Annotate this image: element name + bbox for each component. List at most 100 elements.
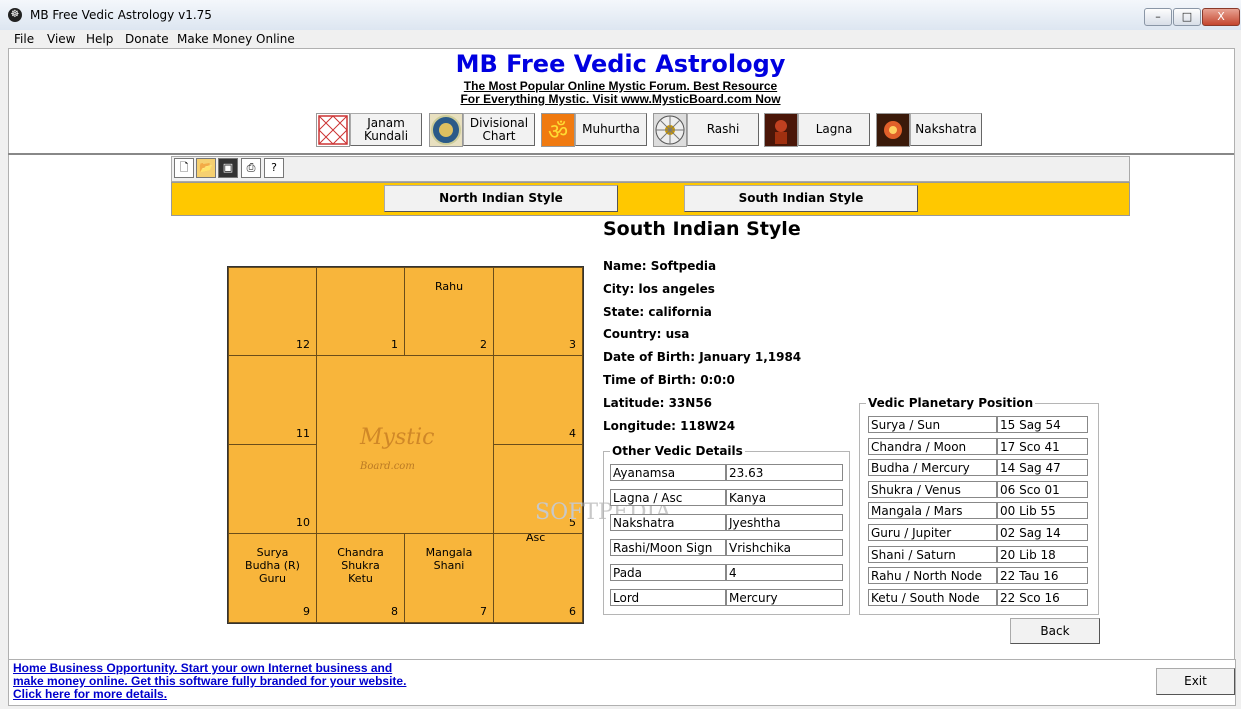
planet-position: 14 Sag 47 <box>997 459 1088 477</box>
detail-value: Mercury <box>726 589 843 606</box>
new-file-icon[interactable]: 🗋 <box>174 158 194 178</box>
table-row: Rahu / North Node 22 Tau 16 <box>868 567 1088 589</box>
rashi-button[interactable]: Rashi <box>687 113 759 146</box>
divisional-chart-icon[interactable] <box>429 113 463 147</box>
house-8[interactable]: Chandra Shukra Ketu 8 <box>316 533 405 623</box>
divisional-chart-button[interactable]: Divisional Chart <box>463 113 535 146</box>
planet-position: 06 Sco 01 <box>997 480 1088 498</box>
table-row: Pada 4 <box>610 564 843 589</box>
menu-help[interactable]: Help <box>86 30 113 48</box>
house-7[interactable]: Mangala Shani 7 <box>404 533 494 623</box>
table-row: Mangala / Mars 00 Lib 55 <box>868 502 1088 524</box>
menu-view[interactable]: View <box>47 30 75 48</box>
house-6[interactable]: 6 <box>493 533 583 623</box>
print-icon[interactable]: ⎙ <box>241 158 261 178</box>
other-details-table: Ayanamsa 23.63 Lagna / Asc Kanya Nakshat… <box>610 464 843 614</box>
table-row: Shani / Saturn 20 Lib 18 <box>868 545 1088 568</box>
muhurtha-button[interactable]: Muhurtha <box>575 113 647 146</box>
table-row: Shukra / Venus 06 Sco 01 <box>868 480 1088 503</box>
nakshatra-icon[interactable] <box>876 113 910 147</box>
table-row: Ayanamsa 23.63 <box>610 464 843 489</box>
planet-position: 20 Lib 18 <box>997 545 1088 563</box>
rashi-label: Rashi <box>706 122 740 136</box>
menu-make-money-online[interactable]: Make Money Online <box>177 30 295 48</box>
lagna-button[interactable]: Lagna <box>798 113 870 146</box>
svg-text:ॐ: ॐ <box>548 120 568 145</box>
house-7-number: 7 <box>480 605 487 618</box>
house-7-planets: Mangala Shani <box>425 546 473 572</box>
help-pointer-icon[interactable]: ? <box>264 158 284 178</box>
logo-subtext: Board.com <box>360 461 415 472</box>
close-button[interactable]: X <box>1202 8 1240 26</box>
section-title: South Indian Style <box>603 218 801 240</box>
planet-position: 17 Sco 41 <box>997 437 1088 455</box>
table-row: Lord Mercury <box>610 589 843 614</box>
promo-line-2[interactable]: For Everything Mystic. Visit www.MysticB… <box>0 92 1241 106</box>
house-11[interactable]: 11 <box>228 355 317 445</box>
house-11-number: 11 <box>296 427 310 440</box>
muhurtha-label: Muhurtha <box>582 122 640 136</box>
table-row: Guru / Jupiter 02 Sag 14 <box>868 523 1088 546</box>
menu-donate[interactable]: Donate <box>125 30 169 48</box>
back-button[interactable]: Back <box>1010 618 1100 644</box>
minimize-button[interactable]: – <box>1144 8 1172 26</box>
north-indian-style-button[interactable]: North Indian Style <box>384 185 618 212</box>
house-1[interactable]: 1 <box>316 267 405 356</box>
house-9[interactable]: Surya Budha (R) Guru 9 <box>228 533 317 623</box>
house-9-number: 9 <box>303 605 310 618</box>
nakshatra-button[interactable]: Nakshatra <box>910 113 982 146</box>
maximize-button[interactable]: □ <box>1173 8 1201 26</box>
detail-label: Lord <box>610 589 726 606</box>
janam-kundali-icon[interactable] <box>316 113 350 147</box>
house-3[interactable]: 3 <box>493 267 583 356</box>
house-8-planets: Chandra Shukra Ketu <box>337 546 384 585</box>
rashi-wheel-icon[interactable] <box>653 113 687 147</box>
info-state: State: california <box>603 305 712 319</box>
table-row: Surya / Sun 15 Sag 54 <box>868 416 1088 438</box>
planet-position: 22 Tau 16 <box>997 567 1088 585</box>
lagna-icon[interactable] <box>764 113 798 147</box>
info-name: Name: Softpedia <box>603 259 717 273</box>
logo-text: Mystic <box>360 425 435 450</box>
lagna-label: Lagna <box>815 122 853 136</box>
house-10[interactable]: 10 <box>228 444 317 534</box>
planet-position: 02 Sag 14 <box>997 523 1088 541</box>
table-row: Budha / Mercury 14 Sag 47 <box>868 459 1088 481</box>
south-indian-style-button[interactable]: South Indian Style <box>684 185 918 212</box>
house-2[interactable]: Rahu 2 <box>404 267 494 356</box>
window-title: MB Free Vedic Astrology v1.75 <box>30 8 212 22</box>
link-line-3[interactable]: Click here for more details. <box>13 688 483 701</box>
planet-name: Rahu / North Node <box>868 567 997 585</box>
planet-name: Shani / Saturn <box>868 545 997 563</box>
house-2-number: 2 <box>480 338 487 351</box>
om-icon[interactable]: ॐ <box>541 113 575 147</box>
info-latitude: Latitude: 33N56 <box>603 396 713 410</box>
detail-label: Lagna / Asc <box>610 489 726 506</box>
info-city: City: los angeles <box>603 282 715 296</box>
save-icon[interactable]: ▣ <box>218 158 238 178</box>
house-12[interactable]: 12 <box>228 267 317 356</box>
toolbar <box>171 156 1130 182</box>
promo-line-1[interactable]: The Most Popular Online Mystic Forum. Be… <box>0 79 1241 93</box>
detail-value: 23.63 <box>726 464 843 481</box>
table-row: Lagna / Asc Kanya <box>610 489 843 514</box>
business-opportunity-link[interactable]: Home Business Opportunity. Start your ow… <box>13 662 483 701</box>
detail-label: Rashi/Moon Sign <box>610 539 726 556</box>
planet-name: Ketu / South Node <box>868 588 997 606</box>
house-12-number: 12 <box>296 338 310 351</box>
house-4[interactable]: 4 <box>493 355 583 445</box>
exit-button[interactable]: Exit <box>1156 668 1235 695</box>
menu-file[interactable]: File <box>14 30 34 48</box>
janam-kundali-button[interactable]: Janam Kundali <box>350 113 422 146</box>
mysticboard-logo: Mystic Board.com <box>360 425 434 475</box>
janam-kundali-label: Janam Kundali <box>363 115 409 143</box>
info-longitude: Longitude: 118W24 <box>603 419 736 433</box>
detail-label: Ayanamsa <box>610 464 726 481</box>
nakshatra-label: Nakshatra <box>915 122 977 136</box>
detail-value: 4 <box>726 564 843 581</box>
house-3-number: 3 <box>569 338 576 351</box>
planet-name: Guru / Jupiter <box>868 523 997 541</box>
planet-name: Chandra / Moon <box>868 437 997 455</box>
open-folder-icon[interactable]: 📂 <box>196 158 216 178</box>
detail-value: Kanya <box>726 489 843 506</box>
